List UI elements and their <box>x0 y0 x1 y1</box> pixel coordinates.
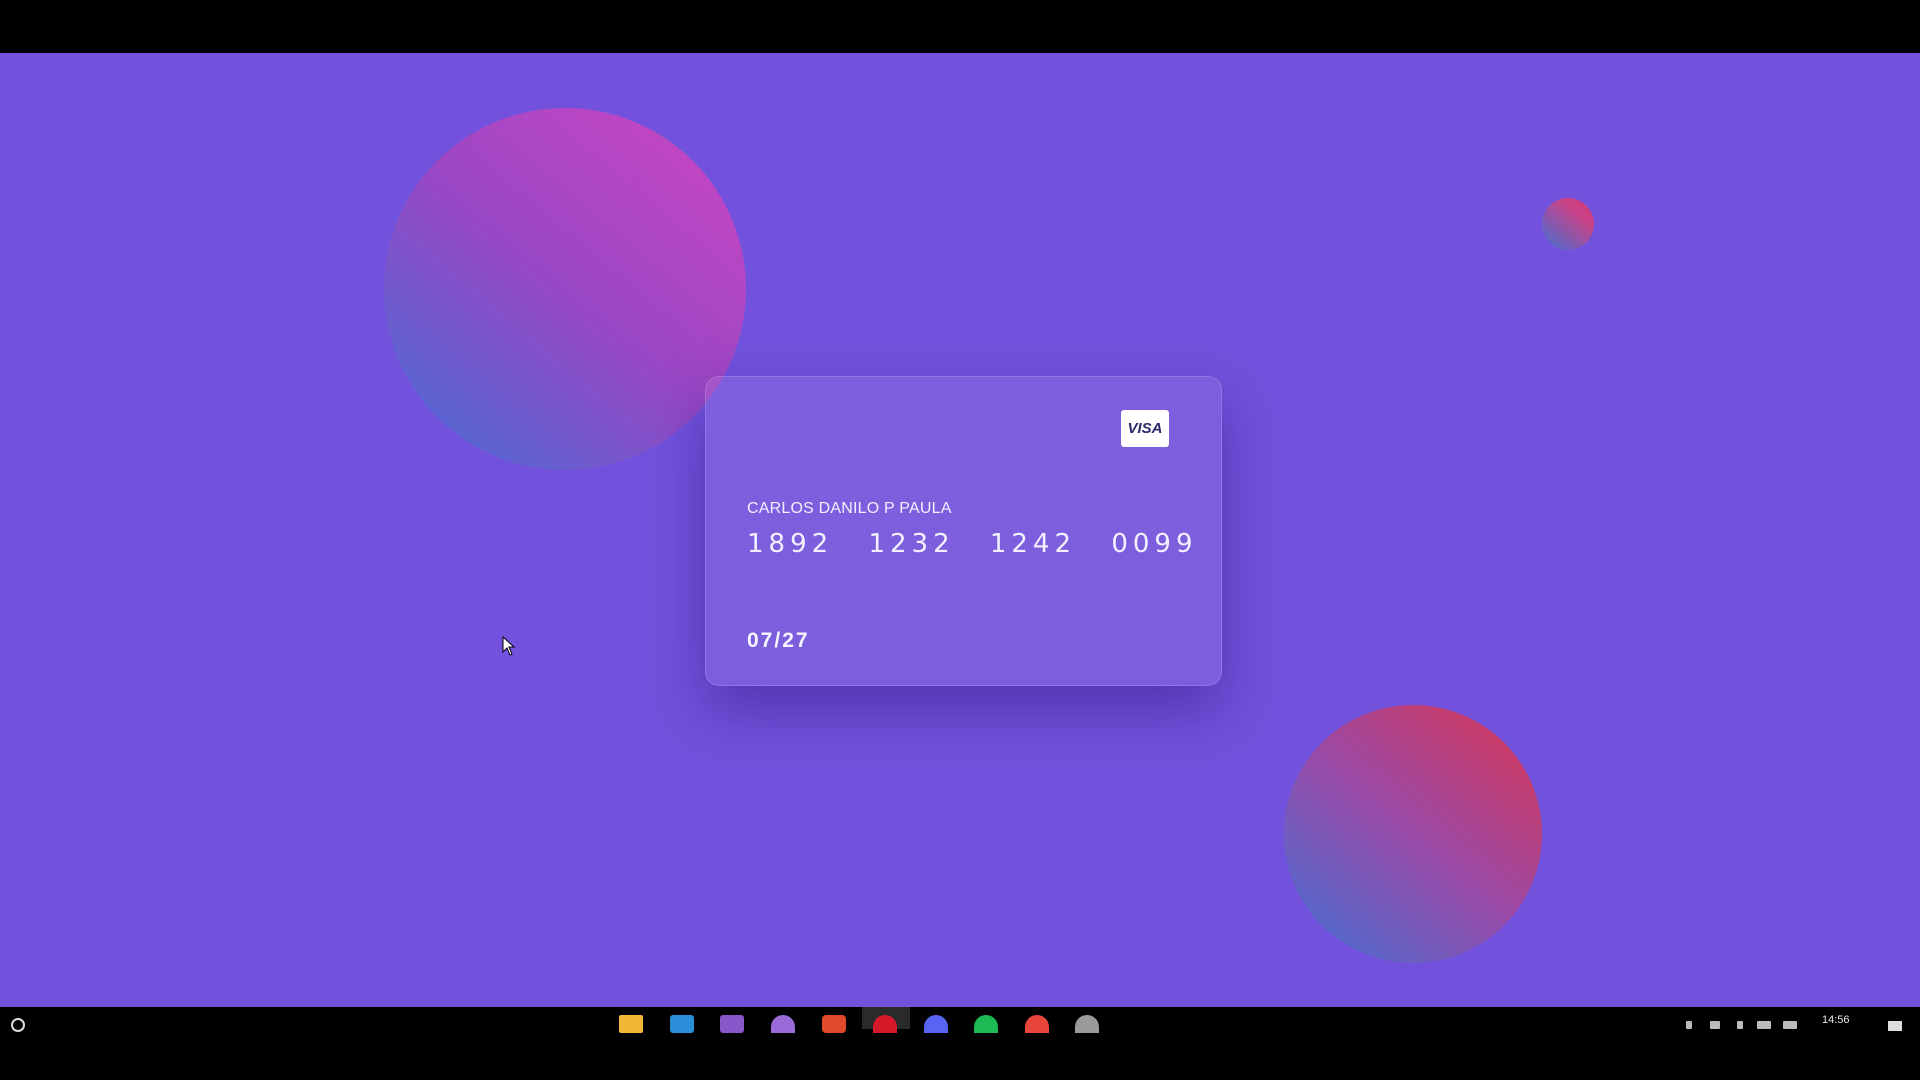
card-number-group: 0099 <box>1111 529 1198 559</box>
visa-logo-icon: VISA <box>1121 410 1169 447</box>
card-number-group: 1232 <box>868 529 955 559</box>
search-icon[interactable] <box>10 1017 28 1035</box>
gradient-orb-small <box>1542 198 1594 250</box>
app-red-icon[interactable] <box>822 1015 846 1033</box>
card-brand: VISA <box>1127 420 1163 437</box>
opera-icon[interactable] <box>873 1015 897 1033</box>
card-number: 1892 1232 1242 0099 <box>747 529 1219 559</box>
gradient-orb-large <box>384 108 746 470</box>
card-holder-name: CARLOS DANILO P PAULA <box>747 500 952 517</box>
tray-volume-icon[interactable] <box>1783 1021 1797 1029</box>
card-expiry: 07/27 <box>747 629 810 652</box>
credit-card[interactable]: VISA CARLOS DANILO P PAULA 1892 1232 124… <box>705 376 1222 686</box>
github-icon[interactable] <box>1075 1015 1099 1033</box>
mouse-cursor-icon <box>502 636 516 656</box>
tray-chevron-icon[interactable] <box>1686 1021 1692 1029</box>
page-canvas: VISA CARLOS DANILO P PAULA 1892 1232 124… <box>0 53 1920 1007</box>
top-black-bar <box>0 0 1920 53</box>
card-number-group: 1892 <box>747 529 834 559</box>
tray-network-icon[interactable] <box>1710 1021 1720 1029</box>
discord-icon[interactable] <box>924 1015 948 1033</box>
taskbar-clock[interactable]: 14:56 <box>1822 1014 1850 1026</box>
tray-display-icon[interactable] <box>1757 1021 1771 1029</box>
vscode-icon[interactable] <box>670 1015 694 1033</box>
chrome-icon[interactable] <box>1025 1015 1049 1033</box>
gradient-orb-bottom <box>1284 705 1542 963</box>
spotify-icon[interactable] <box>974 1015 998 1033</box>
visual-studio-icon[interactable] <box>720 1015 744 1033</box>
obs-icon[interactable] <box>771 1015 795 1033</box>
notification-icon[interactable] <box>1888 1021 1902 1031</box>
tray-battery-icon[interactable] <box>1737 1021 1743 1029</box>
file-explorer-icon[interactable] <box>619 1015 643 1033</box>
taskbar: 14:56 <box>0 1007 1920 1080</box>
card-number-group: 1242 <box>989 529 1077 559</box>
